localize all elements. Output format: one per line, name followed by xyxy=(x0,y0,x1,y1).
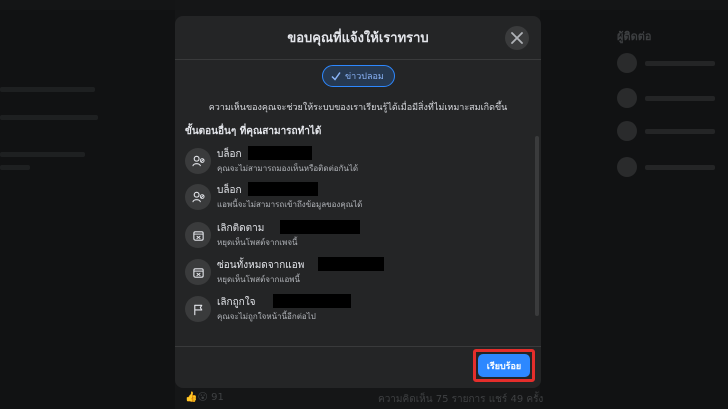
fake-news-badge: ข่าวปลอม xyxy=(322,65,395,87)
avatar xyxy=(617,53,637,73)
left-nav-item[interactable] xyxy=(0,87,95,92)
avatar xyxy=(617,121,637,141)
flag-icon xyxy=(185,296,211,322)
redacted-name xyxy=(248,146,312,160)
hide-icon xyxy=(185,259,211,285)
left-nav-item[interactable] xyxy=(0,165,30,170)
redacted-name xyxy=(273,294,351,308)
close-icon xyxy=(511,32,523,44)
unfollow-icon xyxy=(185,222,211,248)
avatar xyxy=(617,157,637,177)
redacted-name xyxy=(318,257,384,271)
hide-all-action[interactable]: ซ่อนทั้งหมดจากแอพ หยุดเห็นโพสต์จากแอพนี้ xyxy=(185,257,525,287)
done-button[interactable]: เรียบร้อย xyxy=(478,354,530,377)
badge-label: ข่าวปลอม xyxy=(345,72,384,82)
contact-item[interactable] xyxy=(617,52,727,74)
post-stats[interactable]: ความคิดเห็น 75 รายการ แชร์ 49 ครั้ง xyxy=(378,392,543,407)
scrollbar[interactable] xyxy=(535,136,539,316)
action-label: เลิกถูกใจ xyxy=(217,297,256,308)
action-description: คุณจะไม่ถูกใจหน้านี้อีกต่อไป xyxy=(217,312,316,321)
action-label: บล็อก xyxy=(217,185,242,196)
block-user-icon xyxy=(185,148,211,174)
block-user-action[interactable]: บล็อก คุณจะไม่สามารถมองเห็นหรือติดต่อกัน… xyxy=(185,146,525,176)
redacted-name xyxy=(280,220,360,234)
action-description: หยุดเห็นโพสต์จากเพจนี้ xyxy=(217,238,298,247)
section-title: ขั้นตอนอื่นๆ ที่คุณสามารถทำได้ xyxy=(185,126,322,137)
block-app-action[interactable]: บล็อก แอพนี้จะไม่สามารถเข้าถึงข้อมูลของค… xyxy=(185,182,525,212)
reaction-icons: 👍😮 xyxy=(185,392,208,403)
avatar xyxy=(617,88,637,108)
action-description: แอพนี้จะไม่สามารถเข้าถึงข้อมูลของคุณได้ xyxy=(217,200,363,209)
action-description: คุณจะไม่สามารถมองเห็นหรือติดต่อกันได้ xyxy=(217,164,359,173)
report-dialog: ขอบคุณที่แจ้งให้เราทราบ ข่าวปลอม ความเห็… xyxy=(175,16,541,388)
left-nav-item[interactable] xyxy=(0,115,98,120)
action-label: ซ่อนทั้งหมดจากแอพ xyxy=(217,260,305,271)
close-button[interactable] xyxy=(505,26,529,50)
dialog-description: ความเห็นของคุณจะช่วยให้ระบบของเราเรียนรู… xyxy=(208,103,508,113)
dialog-header: ขอบคุณที่แจ้งให้เราทราบ xyxy=(175,16,541,60)
check-icon xyxy=(331,72,341,81)
action-description: หยุดเห็นโพสต์จากแอพนี้ xyxy=(217,275,301,284)
contacts-title: ผู้ติดต่อ xyxy=(617,30,652,43)
block-app-icon xyxy=(185,184,211,210)
reaction-count[interactable]: 👍😮 91 xyxy=(185,392,224,403)
action-label: เลิกติดตาม xyxy=(217,223,265,234)
left-nav-item[interactable] xyxy=(0,152,85,157)
redacted-name xyxy=(248,182,318,196)
action-label: บล็อก xyxy=(217,149,242,160)
contact-item[interactable] xyxy=(617,120,727,142)
unfollow-action[interactable]: เลิกติดตาม หยุดเห็นโพสต์จากเพจนี้ xyxy=(185,220,525,250)
unlike-action[interactable]: เลิกถูกใจ คุณจะไม่ถูกใจหน้านี้อีกต่อไป xyxy=(185,294,525,324)
contact-item[interactable] xyxy=(617,156,727,178)
contact-item[interactable] xyxy=(617,87,727,109)
dialog-title: ขอบคุณที่แจ้งให้เราทราบ xyxy=(287,31,429,46)
